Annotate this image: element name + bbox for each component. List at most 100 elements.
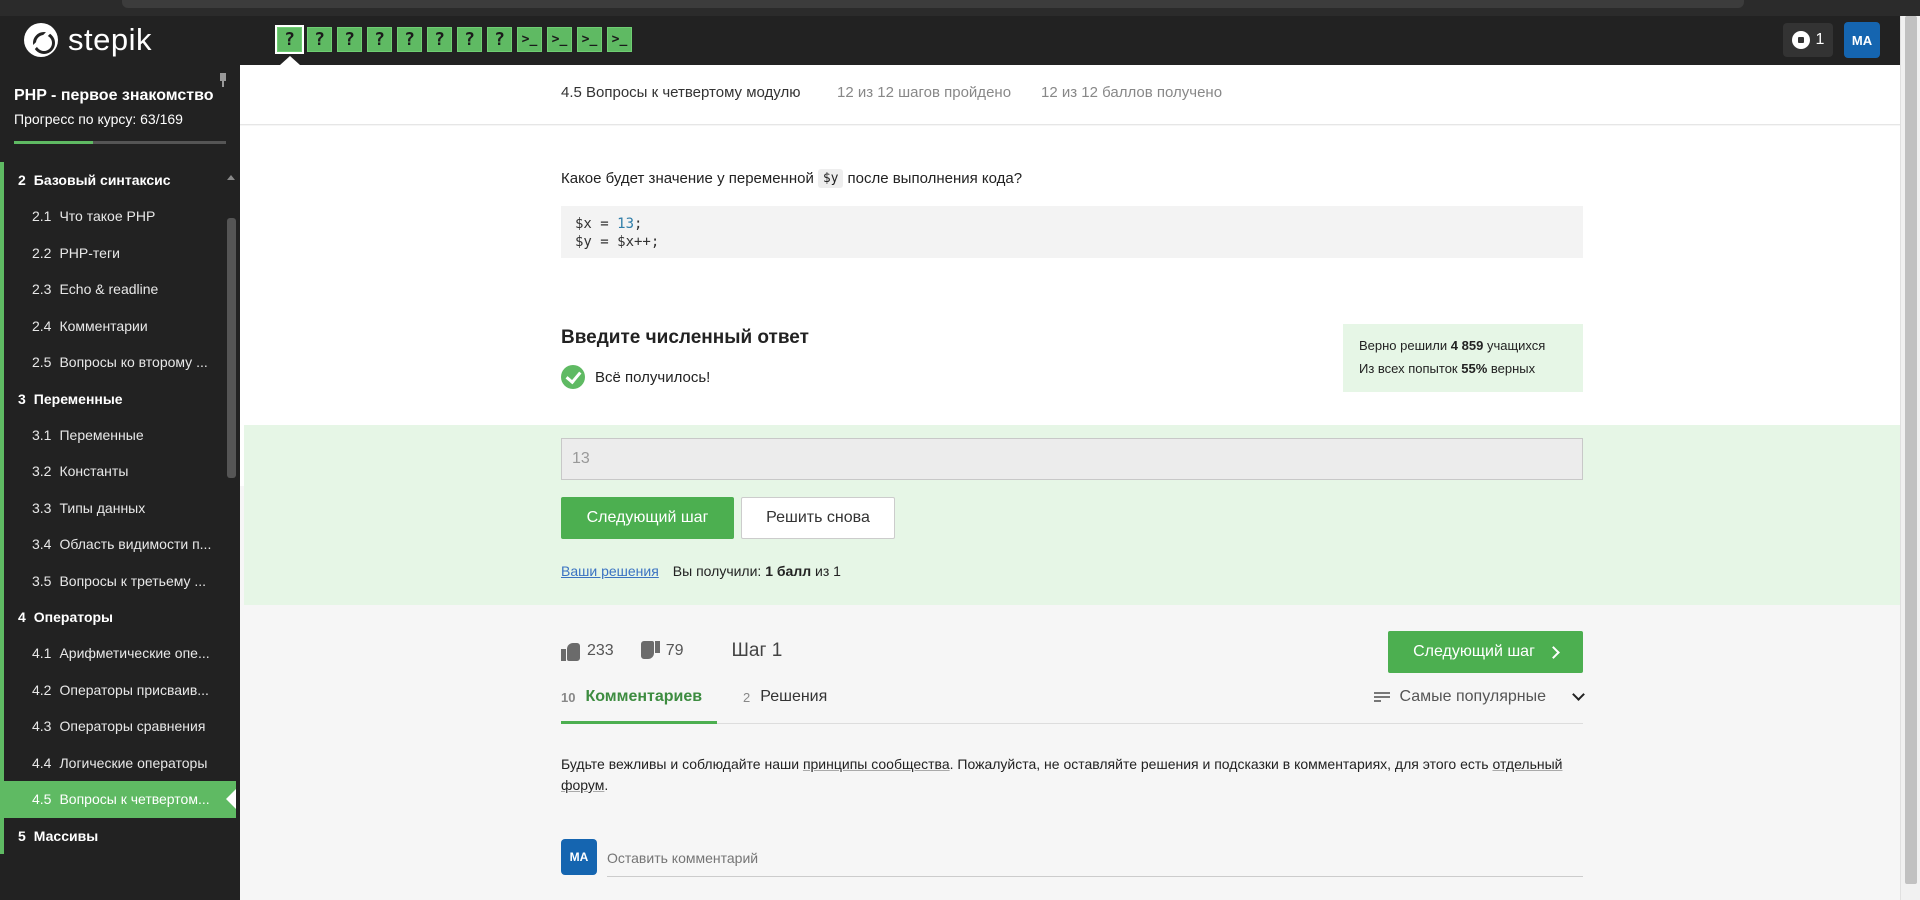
lesson-title: Вопросы к четвертом... bbox=[59, 791, 210, 808]
sidebar-lesson[interactable]: 4.2 Операторы присваив... bbox=[0, 671, 236, 708]
lesson-title: Операторы сравнения bbox=[59, 718, 206, 735]
sidebar-scrollbar[interactable] bbox=[227, 218, 236, 478]
lesson-number: 2.1 bbox=[32, 208, 52, 225]
sidebar-lesson[interactable]: 3.4 Область видимости п... bbox=[0, 526, 236, 563]
step-code-icon[interactable]: >_ bbox=[577, 27, 602, 52]
solutions-tab-label: Решения bbox=[760, 688, 828, 705]
window-scrollbar-thumb[interactable] bbox=[1905, 16, 1917, 884]
lesson-title: Область видимости п... bbox=[59, 536, 212, 553]
score-text: Вы получили: 1 балл из 1 bbox=[673, 563, 841, 579]
stepik-logo[interactable]: stepik bbox=[24, 22, 152, 58]
stats-correct-percent: 55% bbox=[1461, 361, 1488, 376]
next-step-button[interactable]: Следующий шаг bbox=[561, 497, 734, 539]
solve-stats-box: Верно решили 4 859 учащихся Из всех попы… bbox=[1343, 324, 1583, 392]
sidebar-lesson[interactable]: 3.1 Переменные bbox=[0, 416, 236, 453]
sidebar-section[interactable]: 5 Массивы bbox=[0, 817, 236, 854]
step-quiz-icon[interactable]: ? bbox=[337, 27, 362, 52]
lesson-title: Вопросы к третьему ... bbox=[59, 572, 207, 589]
course-progress-label: Прогресс по курсу: 63/169 bbox=[14, 111, 183, 127]
tab-solutions[interactable]: 2 Решения bbox=[743, 688, 827, 724]
step-code-icon[interactable]: >_ bbox=[517, 27, 542, 52]
sidebar-section[interactable]: 3 Переменные bbox=[0, 380, 236, 417]
lesson-number: 4.2 bbox=[32, 681, 52, 698]
sort-dropdown[interactable]: Самые популярные bbox=[1373, 688, 1585, 706]
step-quiz-icon[interactable]: ? bbox=[427, 27, 452, 52]
chevron-right-icon bbox=[1547, 645, 1560, 659]
browser-address-strip bbox=[122, 0, 1744, 8]
sidebar-lesson[interactable]: 4.1 Арифметические опе... bbox=[0, 635, 236, 672]
step-quiz-icon[interactable]: ? bbox=[397, 27, 422, 52]
step-quiz-icon[interactable]: ? bbox=[307, 27, 332, 52]
sidebar-lesson[interactable]: 2.2 PHP-теги bbox=[0, 234, 236, 271]
sidebar-lesson[interactable]: 3.5 Вопросы к третьему ... bbox=[0, 562, 236, 599]
rules-text-part: . bbox=[604, 777, 609, 793]
top-navigation-bar: stepik ???????? >_ >_ >_ >_ 1 MA bbox=[0, 16, 1920, 65]
lesson-title: Переменные bbox=[59, 426, 144, 443]
main-content: 4.5 Вопросы к четвертому модулю 12 из 12… bbox=[240, 65, 1900, 900]
solve-again-button[interactable]: Решить снова bbox=[741, 497, 895, 539]
next-step-label: Следующий шаг bbox=[1413, 643, 1535, 660]
sidebar-lesson-current[interactable]: 4.5 Вопросы к четвертом... bbox=[0, 781, 236, 818]
section-number: 3 bbox=[18, 390, 26, 407]
lesson-number: 2.5 bbox=[32, 354, 52, 371]
step-quiz-icon[interactable]: ? bbox=[487, 27, 512, 52]
question-text-after: после выполнения кода? bbox=[847, 170, 1023, 187]
answer-section-title: Введите численный ответ bbox=[561, 327, 809, 348]
community-principles-link[interactable]: принципы сообщества bbox=[803, 756, 950, 772]
section-number: 2 bbox=[18, 172, 26, 188]
dislikes-count: 79 bbox=[665, 642, 684, 659]
lesson-title: Типы данных bbox=[59, 499, 146, 516]
active-step-caret bbox=[280, 56, 300, 65]
your-solutions-link[interactable]: Ваши решения bbox=[561, 563, 659, 579]
lesson-title: Константы bbox=[59, 463, 129, 480]
code-token: $x = bbox=[575, 216, 618, 232]
comment-input[interactable] bbox=[607, 839, 1583, 877]
notifications-button[interactable]: 1 bbox=[1783, 23, 1833, 57]
sidebar-section[interactable]: 4 Операторы bbox=[0, 599, 236, 635]
step-label: Шаг 1 bbox=[731, 640, 783, 661]
numeric-answer-input[interactable] bbox=[561, 438, 1583, 480]
section-title: Переменные bbox=[33, 390, 123, 407]
step-code-icon[interactable]: >_ bbox=[607, 27, 632, 52]
thumbs-up-icon[interactable] bbox=[561, 641, 581, 661]
sidebar-section[interactable]: 2 Базовый синтаксис bbox=[0, 162, 236, 198]
browser-top-strip bbox=[0, 0, 1920, 16]
user-avatar[interactable]: MA bbox=[1844, 22, 1880, 58]
stats-attempts-line: Из всех попыток 55% верных bbox=[1359, 357, 1567, 380]
pin-icon[interactable] bbox=[218, 73, 228, 87]
table-of-contents: 2 Базовый синтаксис 2.1 Что такое PHP 2.2 PHP… bbox=[0, 162, 236, 854]
sidebar-lesson[interactable]: 4.4 Логические операторы bbox=[0, 744, 236, 781]
step-quiz-icon[interactable]: ? bbox=[275, 25, 304, 54]
check-circle-icon bbox=[561, 365, 585, 389]
course-title[interactable]: PHP - первое знакомство bbox=[14, 87, 214, 105]
lesson-title: PHP-теги bbox=[59, 244, 120, 261]
likes-count: 233 bbox=[587, 642, 614, 659]
logo-text: stepik bbox=[68, 22, 152, 57]
stats-text: Верно решили bbox=[1359, 338, 1448, 353]
points-received: 12 из 12 баллов получено bbox=[1041, 84, 1223, 101]
section-number: 4 bbox=[18, 609, 26, 625]
lesson-title: Операторы присваив... bbox=[59, 681, 209, 698]
stats-solved-line: Верно решили 4 859 учащихся bbox=[1359, 334, 1567, 357]
tab-comments[interactable]: 10 Комментариев bbox=[561, 688, 717, 724]
lesson-title: Комментарии bbox=[59, 317, 148, 334]
sidebar-lesson[interactable]: 3.3 Типы данных bbox=[0, 489, 236, 526]
step-code-icon[interactable]: >_ bbox=[547, 27, 572, 52]
step-quiz-icon[interactable]: ? bbox=[367, 27, 392, 52]
success-message: Всё получилось! bbox=[561, 365, 710, 389]
sidebar-lesson[interactable]: 4.3 Операторы сравнения bbox=[0, 708, 236, 745]
thumbs-down-icon[interactable] bbox=[640, 641, 660, 661]
comments-tab-label: Комментариев bbox=[585, 688, 703, 705]
window-scrollbar[interactable] bbox=[1900, 16, 1920, 900]
lesson-title: 4.5 Вопросы к четвертому модулю bbox=[561, 84, 801, 101]
lesson-number: 3.1 bbox=[32, 426, 52, 443]
sidebar-lesson[interactable]: 3.2 Константы bbox=[0, 453, 236, 490]
sidebar-lesson[interactable]: 2.1 Что такое PHP bbox=[0, 198, 236, 235]
question-variable: $y bbox=[817, 169, 844, 188]
next-step-button-footer[interactable]: Следующий шаг bbox=[1388, 631, 1583, 673]
sidebar-lesson[interactable]: 2.5 Вопросы ко второму ... bbox=[0, 344, 236, 381]
sidebar-lesson[interactable]: 2.3 Echo & readline bbox=[0, 271, 236, 308]
sidebar-lesson[interactable]: 2.4 Комментарии bbox=[0, 307, 236, 344]
lesson-number: 2.2 bbox=[32, 244, 52, 261]
step-quiz-icon[interactable]: ? bbox=[457, 27, 482, 52]
